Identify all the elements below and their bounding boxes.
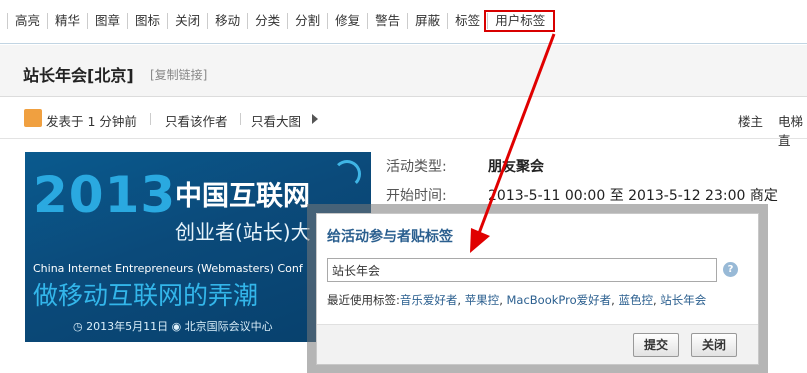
help-icon[interactable]: ? xyxy=(723,262,738,277)
mod-action-3[interactable]: 图标 xyxy=(127,13,167,29)
author-avatar-icon[interactable] xyxy=(24,109,42,127)
recent-tag[interactable]: 音乐爱好者 xyxy=(400,293,458,307)
banner-english: China Internet Entrepreneurs (Webmasters… xyxy=(33,262,303,275)
post-time: 发表于 1 分钟前 xyxy=(46,114,137,129)
banner-year: 2013 xyxy=(33,166,177,224)
recent-tag[interactable]: MacBookPro爱好者 xyxy=(507,293,612,307)
separator xyxy=(150,113,151,125)
moderation-items: 高亮 精华 图章 图标 关闭 移动 分类 分割 修复 警告 屏蔽 标签 用户标签 xyxy=(7,10,556,32)
divider xyxy=(0,138,807,139)
banner-date: ◷ 2013年5月11日 ◉ 北京国际会议中心 xyxy=(73,320,273,333)
mod-action-4[interactable]: 关闭 xyxy=(167,13,207,29)
banner-slogan: 做移动互联网的弄潮 xyxy=(33,281,259,310)
dialog-footer: 提交 关闭 xyxy=(317,324,758,364)
copy-link[interactable]: [复制链接] xyxy=(150,66,207,83)
mod-action-2[interactable]: 图章 xyxy=(87,13,127,29)
moderation-toolbar: 高亮 精华 图章 图标 关闭 移动 分类 分割 修复 警告 屏蔽 标签 用户标签 xyxy=(0,0,807,44)
banner-title: 中国互联网 xyxy=(175,181,310,212)
tag-separator: , xyxy=(457,293,465,307)
recent-tags: 最近使用标签:音乐爱好者, 苹果控, MacBookPro爱好者, 蓝色控, 站… xyxy=(327,292,706,308)
floor-label: 楼主 xyxy=(738,114,764,129)
thread-title: 站长年会[北京] xyxy=(23,66,134,85)
mod-action-10[interactable]: 屏蔽 xyxy=(407,13,447,29)
mod-action-7[interactable]: 分割 xyxy=(287,13,327,29)
mod-action-5[interactable]: 移动 xyxy=(207,13,247,29)
dialog-title: 给活动参与者贴标签 xyxy=(327,229,453,245)
tag-input[interactable] xyxy=(327,258,717,282)
banner-subtitle: 创业者(站长)大 xyxy=(175,220,311,244)
arrow-right-icon[interactable] xyxy=(312,114,318,124)
recent-tag[interactable]: 蓝色控 xyxy=(618,293,653,307)
start-time-value: 2013-5-11 00:00 至 2013-5-12 23:00 商定 xyxy=(488,188,778,204)
tag-separator: , xyxy=(499,293,507,307)
separator xyxy=(240,113,241,125)
thread-header: 站长年会[北京] [复制链接] xyxy=(0,45,807,97)
tag-dialog: 给活动参与者贴标签 ? 最近使用标签:音乐爱好者, 苹果控, MacBookPr… xyxy=(316,213,759,365)
start-time-label: 开始时间: xyxy=(386,188,447,204)
recent-tags-label: 最近使用标签: xyxy=(327,293,400,307)
close-button[interactable]: 关闭 xyxy=(691,333,738,357)
mod-action-0[interactable]: 高亮 xyxy=(7,13,47,29)
submit-button[interactable]: 提交 xyxy=(633,333,680,357)
mod-action-6[interactable]: 分类 xyxy=(247,13,287,29)
mod-action-11[interactable]: 标签 xyxy=(447,13,487,29)
activity-type-value: 朋友聚会 xyxy=(488,159,544,175)
mod-action-9[interactable]: 警告 xyxy=(367,13,407,29)
signal-icon xyxy=(333,160,361,188)
elevator-link[interactable]: 电梯直 xyxy=(778,111,807,149)
post-meta-bar: 发表于 1 分钟前 只看该作者 只看大图 楼主 电梯直 xyxy=(0,104,807,148)
only-author-link[interactable]: 只看该作者 xyxy=(165,111,228,130)
recent-tags-list: 音乐爱好者, 苹果控, MacBookPro爱好者, 蓝色控, 站长年会 xyxy=(400,293,706,307)
recent-tag[interactable]: 站长年会 xyxy=(660,293,706,307)
activity-type-label: 活动类型: xyxy=(386,159,447,175)
big-image-link[interactable]: 只看大图 xyxy=(251,111,301,130)
recent-tag[interactable]: 苹果控 xyxy=(465,293,500,307)
mod-action-12[interactable]: 用户标签 xyxy=(484,10,556,32)
mod-action-8[interactable]: 修复 xyxy=(327,13,367,29)
mod-action-1[interactable]: 精华 xyxy=(47,13,87,29)
